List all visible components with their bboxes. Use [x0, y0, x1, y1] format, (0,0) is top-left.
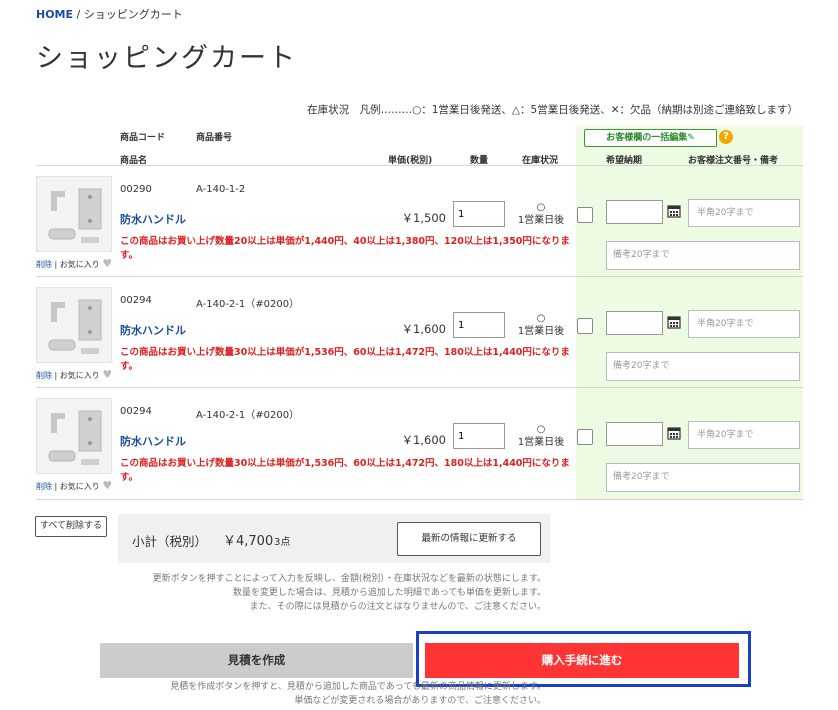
stock-mark: ○ — [536, 202, 546, 213]
stock-legend: 在庫状況 凡例………○：1営業日後発送、△：5営業日後発送、✕：欠品（納期は別途… — [307, 104, 798, 116]
handle-image-icon — [48, 188, 102, 243]
desired-date-input[interactable] — [606, 200, 663, 224]
subtotal-value: ￥4,700 — [223, 534, 274, 549]
delete-all-button[interactable]: すべて削除する — [35, 516, 107, 537]
product-thumbnail[interactable] — [36, 287, 112, 363]
update-note-line: 更新ボタンを押すことによって入力を反映し、金額(税別）・在庫状況などを最新の状態… — [152, 574, 546, 584]
favorite-link[interactable]: お気に入り — [60, 482, 100, 491]
volume-discount-note: この商品はお買い上げ数量20以上は単価が1,440円、40以上は1,380円、1… — [120, 236, 570, 261]
memo-input[interactable]: 備考20字まで — [606, 463, 800, 492]
update-note-line: 数量を変更した場合は、見積から追加した明細であっても単価を更新します。 — [232, 588, 546, 598]
select-checkbox[interactable] — [577, 318, 593, 334]
breadcrumb-current: ショッピングカート — [83, 8, 183, 21]
update-note-line: また、その際には見積からの注文とはなりませんので、ご注意ください。 — [249, 602, 546, 612]
estimate-note: 見積を作成ボタンを押すと、見積から追加した商品であっても最新の商品情報に更新しま… — [100, 680, 546, 708]
checkout-focus-outline — [416, 631, 751, 687]
favorite-link[interactable]: お気に入り — [60, 260, 100, 269]
calendar-icon[interactable] — [667, 426, 681, 440]
order-number-input[interactable]: 半角20字まで — [688, 310, 800, 338]
cart-item-row: 削除 | お気に入り ♥ 00294 A-140-2-1（#0200） 防水ハン… — [36, 393, 803, 504]
estimate-note-line: 見積を作成ボタンを押すと、見積から追加した商品であっても最新の商品情報に更新しま… — [170, 682, 546, 692]
stock-text: 1営業日後 — [517, 437, 565, 448]
product-name-link[interactable]: 防水ハンドル — [120, 433, 186, 449]
memo-input[interactable]: 備考20字まで — [606, 352, 800, 381]
product-thumbnail[interactable] — [36, 176, 112, 252]
calendar-icon[interactable] — [667, 315, 681, 329]
header-number: 商品番号 — [196, 133, 233, 143]
unit-price: ￥1,600 — [401, 322, 446, 336]
header-code: 商品コード — [120, 133, 166, 143]
favorite-link[interactable]: お気に入り — [60, 371, 100, 380]
breadcrumb: HOME / ショッピングカート — [36, 6, 183, 22]
product-code: 00294 — [120, 406, 152, 417]
unit-price: ￥1,500 — [401, 211, 446, 225]
handle-image-icon — [48, 410, 102, 465]
select-checkbox[interactable] — [577, 207, 593, 223]
product-name-link[interactable]: 防水ハンドル — [120, 322, 186, 338]
product-thumbnail[interactable] — [36, 398, 112, 474]
row-divider — [36, 499, 803, 500]
stock-status: ○ 1営業日後 — [514, 312, 568, 338]
stock-mark: ○ — [536, 424, 546, 435]
subtotal-box: 小計（税別） ￥4,700 3点 最新の情報に更新する — [118, 514, 550, 563]
breadcrumb-separator: / — [76, 8, 81, 21]
breadcrumb-home-link[interactable]: HOME — [36, 8, 73, 21]
help-icon[interactable]: ? — [719, 130, 733, 144]
product-name-link[interactable]: 防水ハンドル — [120, 211, 186, 227]
product-number: A-140-2-1（#0200） — [196, 299, 300, 310]
page-title: ショッピングカート — [36, 43, 297, 74]
cart-item-row: 削除 | お気に入り ♥ 00290 A-140-1-2 防水ハンドル ￥1,5… — [36, 171, 803, 282]
row-divider — [36, 276, 803, 277]
volume-discount-note: この商品はお買い上げ数量30以上は単価が1,536円、60以上は1,472円、1… — [120, 347, 570, 372]
heart-icon[interactable]: ♥ — [102, 257, 112, 270]
update-button[interactable]: 最新の情報に更新する — [397, 522, 541, 556]
select-checkbox[interactable] — [577, 429, 593, 445]
stock-status: ○ 1営業日後 — [514, 201, 568, 227]
product-code: 00290 — [120, 184, 152, 195]
stock-text: 1営業日後 — [517, 326, 565, 337]
row-links: 削除 | お気に入り ♥ — [36, 257, 113, 270]
cart-item-row: 削除 | お気に入り ♥ 00294 A-140-2-1（#0200） 防水ハン… — [36, 282, 803, 393]
subtotal-count: 3点 — [274, 537, 291, 548]
stock-mark: ○ — [536, 313, 546, 324]
memo-input[interactable]: 備考20字まで — [606, 241, 800, 270]
product-code: 00294 — [120, 295, 152, 306]
desired-date-input[interactable] — [606, 422, 663, 446]
delete-link[interactable]: 削除 — [36, 482, 52, 491]
quantity-input[interactable] — [453, 312, 505, 338]
product-number: A-140-2-1（#0200） — [196, 410, 300, 421]
stock-status: ○ 1営業日後 — [514, 423, 568, 449]
estimate-note-line: 単価などが変更される場合がありますので、ご注意ください。 — [294, 696, 546, 706]
row-links: 削除 | お気に入り ♥ — [36, 368, 113, 381]
handle-image-icon — [48, 299, 102, 354]
desired-date-input[interactable] — [606, 311, 663, 335]
create-estimate-button[interactable]: 見積を作成 — [100, 643, 413, 678]
delete-link[interactable]: 削除 — [36, 371, 52, 380]
volume-discount-note: この商品はお買い上げ数量30以上は単価が1,536円、60以上は1,472円、1… — [120, 458, 570, 483]
unit-price: ￥1,600 — [401, 433, 446, 447]
calendar-icon[interactable] — [667, 204, 681, 218]
row-divider — [36, 387, 803, 388]
heart-icon[interactable]: ♥ — [102, 368, 112, 381]
row-links: 削除 | お気に入り ♥ — [36, 479, 113, 492]
update-note: 更新ボタンを押すことによって入力を反映し、金額(税別）・在庫状況などを最新の状態… — [100, 572, 546, 614]
product-number: A-140-1-2 — [196, 184, 246, 195]
order-number-input[interactable]: 半角20字まで — [688, 421, 800, 449]
quantity-input[interactable] — [453, 201, 505, 227]
delete-link[interactable]: 削除 — [36, 260, 52, 269]
heart-icon[interactable]: ♥ — [102, 479, 112, 492]
subtotal-label: 小計（税別） — [132, 534, 208, 549]
order-number-input[interactable]: 半角20字まで — [688, 199, 800, 227]
stock-text: 1営業日後 — [517, 215, 565, 226]
header-divider — [36, 165, 803, 166]
bulk-edit-button[interactable]: お客様欄の一括編集✎ — [584, 129, 717, 147]
quantity-input[interactable] — [453, 423, 505, 449]
